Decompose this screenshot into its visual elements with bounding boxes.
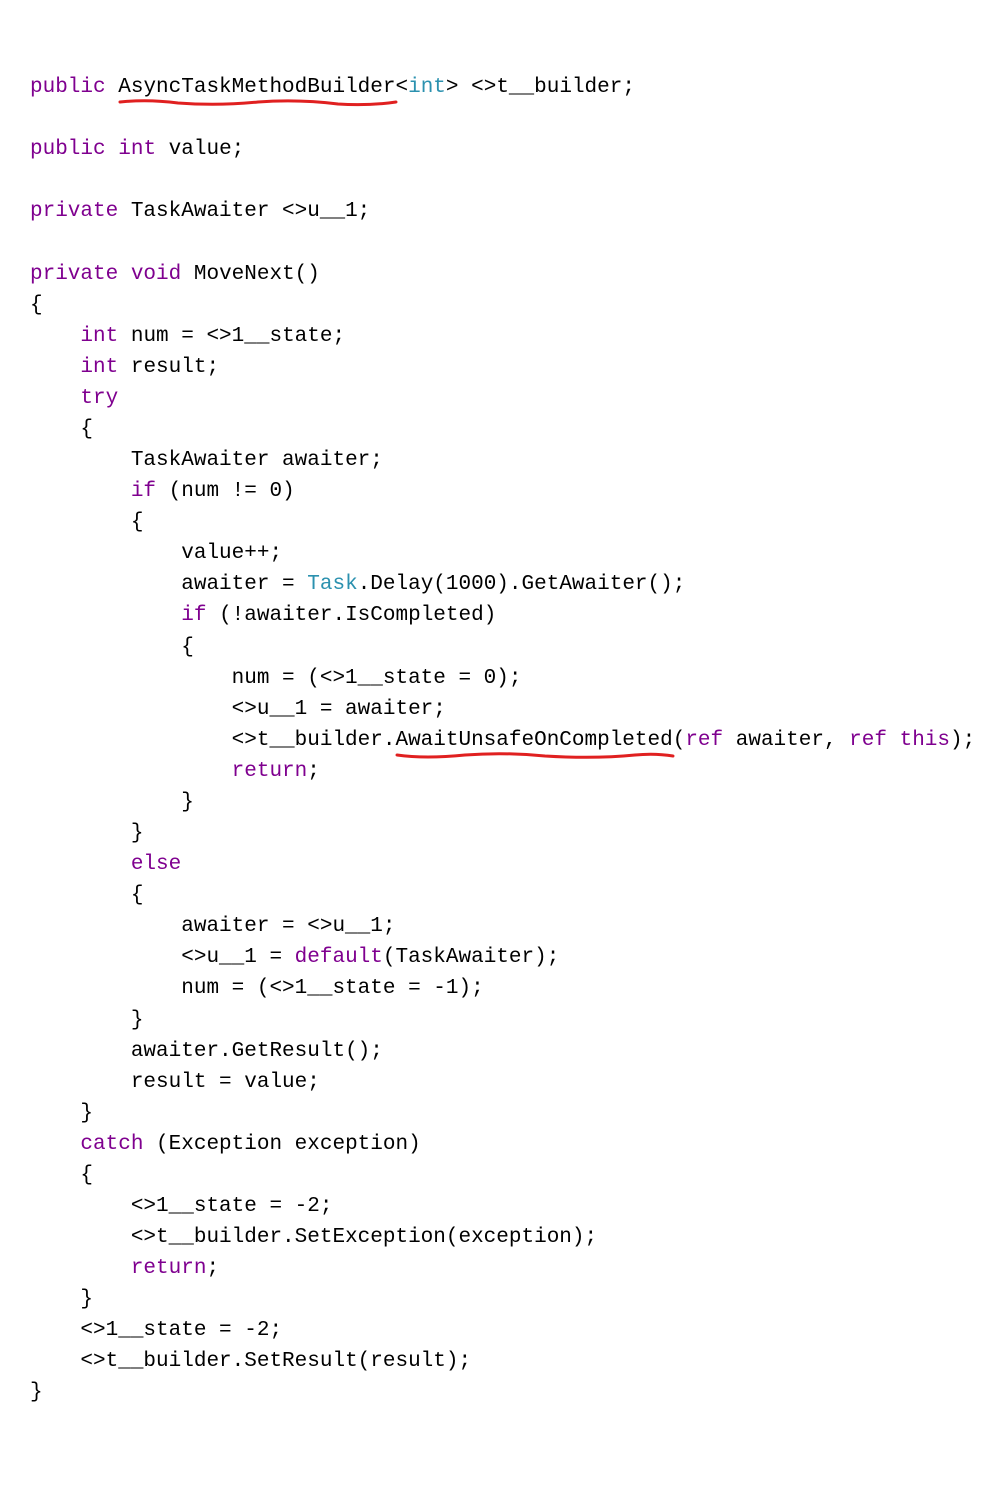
- keyword: return: [131, 1257, 207, 1280]
- code: awaiter.GetResult();: [131, 1040, 383, 1063]
- annotated-method: AwaitUnsafeOnCompleted: [395, 725, 672, 756]
- keyword: if: [131, 480, 156, 503]
- keyword: private: [30, 200, 118, 223]
- keyword: else: [131, 853, 181, 876]
- code: num = (<>1__state = 0);: [232, 667, 522, 690]
- code: value++;: [181, 542, 282, 565]
- code: num = (<>1__state = -1);: [181, 977, 483, 1000]
- field-name: <>t__builder;: [471, 76, 635, 99]
- keyword: private: [30, 263, 118, 286]
- brace: }: [131, 1009, 144, 1032]
- code: (Exception exception): [156, 1133, 421, 1156]
- keyword: int: [118, 138, 156, 161]
- brace: }: [30, 1381, 43, 1404]
- code: (num != 0): [169, 480, 295, 503]
- code: .Delay(1000).GetAwaiter();: [358, 573, 686, 596]
- code: <>u__1 = awaiter;: [232, 698, 446, 721]
- brace: {: [131, 511, 144, 534]
- keyword: default: [295, 946, 383, 969]
- code: ;: [307, 760, 320, 783]
- brace: {: [131, 884, 144, 907]
- code: awaiter = <>u__1;: [181, 915, 395, 938]
- code: awaiter =: [181, 573, 307, 596]
- code: result;: [131, 356, 219, 379]
- code: <>u__1 =: [181, 946, 294, 969]
- keyword: this: [900, 729, 950, 752]
- code: (: [673, 729, 686, 752]
- annotated-type: AsyncTaskMethodBuilder: [118, 72, 395, 103]
- code: );: [950, 729, 975, 752]
- code: num = <>1__state;: [131, 325, 345, 348]
- keyword: if: [181, 604, 206, 627]
- code: <>t__builder.SetResult(result);: [80, 1350, 471, 1373]
- keyword: ref: [685, 729, 723, 752]
- method-call: AwaitUnsafeOnCompleted: [395, 729, 672, 752]
- brace: }: [80, 1288, 93, 1311]
- code: TaskAwaiter awaiter;: [131, 449, 383, 472]
- keyword: public: [30, 76, 106, 99]
- keyword: int: [80, 356, 118, 379]
- code: <>1__state = -2;: [80, 1319, 282, 1342]
- code: (TaskAwaiter);: [383, 946, 559, 969]
- keyword: ref: [849, 729, 887, 752]
- keyword: void: [131, 263, 181, 286]
- code: result = value;: [131, 1071, 320, 1094]
- type-name: AsyncTaskMethodBuilder: [118, 76, 395, 99]
- brace: }: [80, 1102, 93, 1125]
- code-block: public AsyncTaskMethodBuilder<int> <>t__…: [30, 72, 973, 1408]
- field-decl: TaskAwaiter <>u__1;: [131, 200, 370, 223]
- code: awaiter,: [736, 729, 849, 752]
- keyword: int: [80, 325, 118, 348]
- brace: {: [181, 636, 194, 659]
- keyword: return: [232, 760, 308, 783]
- method-name: MoveNext(): [194, 263, 320, 286]
- generic-arg: int: [408, 76, 446, 99]
- brace: }: [181, 791, 194, 814]
- code: (!awaiter.IsCompleted): [219, 604, 496, 627]
- keyword: catch: [80, 1133, 143, 1156]
- code: ;: [206, 1257, 219, 1280]
- brace: {: [80, 418, 93, 441]
- brace: {: [80, 1164, 93, 1187]
- brace: {: [30, 294, 43, 317]
- code: <>1__state = -2;: [131, 1195, 333, 1218]
- keyword: try: [80, 387, 118, 410]
- type-name: Task: [307, 573, 357, 596]
- brace: }: [131, 822, 144, 845]
- field-name: value;: [169, 138, 245, 161]
- code: <>t__builder.: [232, 729, 396, 752]
- code: <>t__builder.SetException(exception);: [131, 1226, 597, 1249]
- keyword: public: [30, 138, 106, 161]
